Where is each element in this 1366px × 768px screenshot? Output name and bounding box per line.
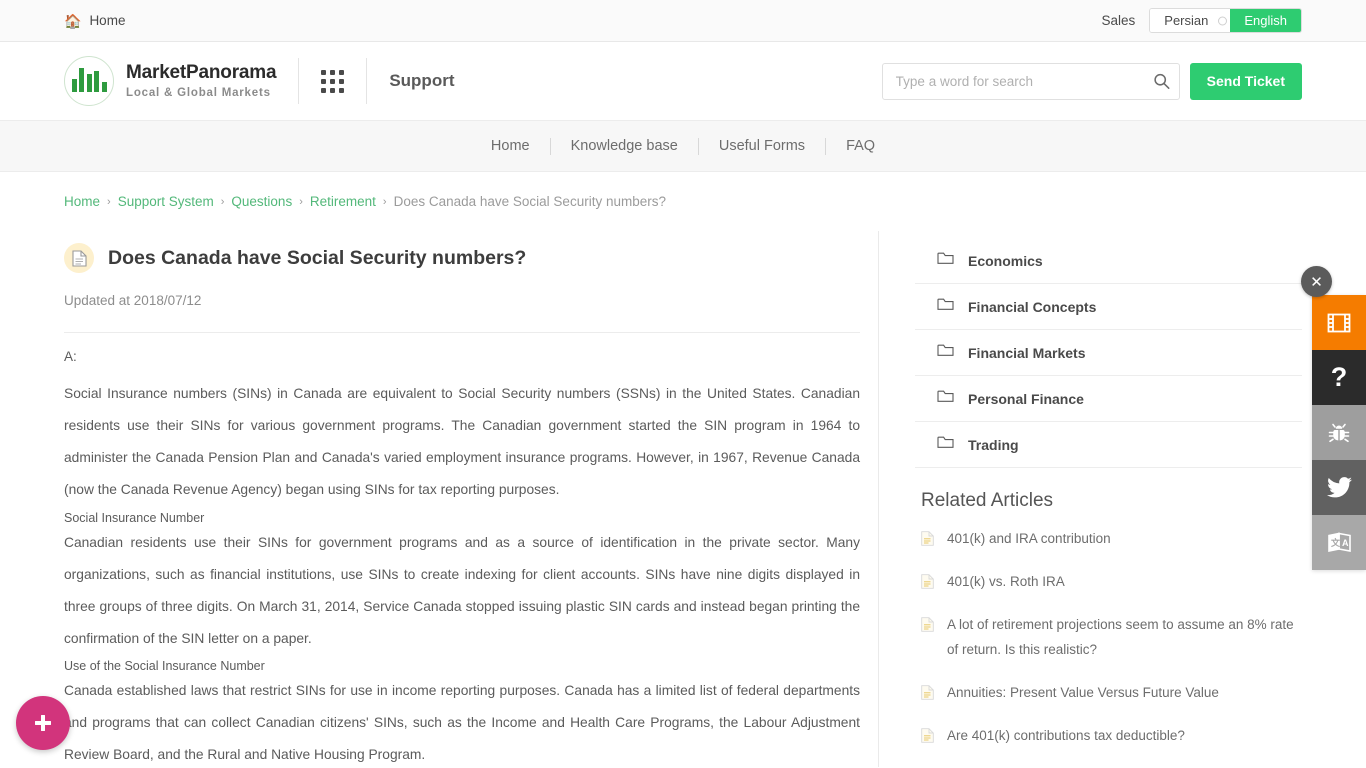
- related-article-annuities-present-value[interactable]: Annuities: Present Value Versus Future V…: [915, 672, 1302, 715]
- topbar-home-group[interactable]: 🏠 Home: [64, 13, 125, 28]
- folder-icon: [937, 343, 954, 362]
- search-input[interactable]: [881, 62, 1180, 100]
- social-rail: ? 文 A: [1312, 295, 1366, 570]
- brand-text: MarketPanorama Local & Global Markets: [126, 61, 277, 100]
- related-articles-title: Related Articles: [921, 490, 1054, 511]
- brand-name: MarketPanorama: [126, 61, 277, 83]
- bug-icon[interactable]: [1312, 405, 1366, 460]
- send-ticket-button[interactable]: Send Ticket: [1189, 62, 1302, 100]
- search-box[interactable]: [881, 62, 1180, 100]
- document-icon: [921, 685, 934, 705]
- content-shell: Does Canada have Social Security numbers…: [0, 231, 1366, 767]
- header-divider-1: [298, 58, 300, 104]
- sidebar-column: Economics Financial Concepts Financial M…: [879, 231, 1302, 767]
- article-subheading-1: Social Insurance Number: [64, 510, 205, 525]
- sidebar-item-financial-markets[interactable]: Financial Markets: [915, 330, 1302, 376]
- related-article-label: Annuities: Present Value Versus Future V…: [947, 684, 1219, 700]
- article-subheading-2: Use of the Social Insurance Number: [64, 659, 265, 674]
- subnav-item-useful-forms[interactable]: Useful Forms: [699, 138, 825, 154]
- sidebar-item-economics[interactable]: Economics: [915, 241, 1302, 284]
- sidebar-item-financial-concepts[interactable]: Financial Concepts: [915, 284, 1302, 330]
- breadcrumb-item-home[interactable]: Home: [64, 194, 100, 209]
- section-label-support: Support: [389, 71, 455, 90]
- category-label: Financial Markets: [968, 344, 1086, 361]
- page-title: Does Canada have Social Security numbers…: [108, 246, 527, 269]
- brand-logo-group[interactable]: MarketPanorama Local & Global Markets: [64, 56, 277, 106]
- related-article-label: A lot of retirement projections seem to …: [947, 616, 1294, 657]
- svg-text:A: A: [1342, 538, 1349, 548]
- related-article-401k-vs-roth-ira[interactable]: 401(k) vs. Roth IRA: [915, 561, 1302, 604]
- document-icon: [921, 574, 934, 594]
- sidebar-item-trading[interactable]: Trading: [915, 422, 1302, 468]
- folder-icon: [937, 251, 954, 270]
- document-icon: [64, 243, 94, 273]
- document-icon: [921, 617, 934, 637]
- sales-label[interactable]: Sales: [1102, 13, 1136, 28]
- add-button[interactable]: [16, 696, 70, 750]
- logo-icon: [64, 56, 114, 106]
- related-article-401k-ira-contribution[interactable]: 401(k) and IRA contribution: [915, 518, 1302, 561]
- article-body: A: Social Insurance numbers (SINs) in Ca…: [64, 333, 860, 768]
- translate-icon[interactable]: 文 A: [1312, 515, 1366, 570]
- language-option-english[interactable]: English: [1230, 9, 1301, 32]
- secondary-navigation: Home Knowledge base Useful Forms FAQ: [0, 121, 1366, 172]
- folder-icon: [937, 297, 954, 316]
- chevron-right-icon: ›: [107, 195, 111, 208]
- close-icon[interactable]: ✕: [1301, 266, 1332, 297]
- grid-apps-icon[interactable]: [321, 69, 345, 93]
- twitter-bird-icon[interactable]: [1312, 460, 1366, 515]
- category-label: Economics: [968, 252, 1043, 269]
- related-articles-list: 401(k) and IRA contribution 401(k) vs. R…: [915, 518, 1302, 758]
- article-updated-date: Updated at 2018/07/12: [64, 293, 202, 308]
- header-actions: Send Ticket: [881, 62, 1302, 100]
- svg-text:文: 文: [1330, 537, 1341, 548]
- article-column: Does Canada have Social Security numbers…: [64, 231, 879, 767]
- topbar-right-group: Sales Persian English: [1102, 8, 1302, 33]
- category-label: Financial Concepts: [968, 298, 1097, 315]
- search-icon[interactable]: [1153, 73, 1170, 90]
- related-article-label: 401(k) vs. Roth IRA: [947, 573, 1065, 589]
- folder-icon: [937, 435, 954, 454]
- breadcrumb: Home › Support System › Questions › Reti…: [0, 172, 1366, 209]
- chevron-right-icon: ›: [382, 195, 387, 208]
- article-paragraph-2: Canadian residents use their SINs for go…: [64, 534, 860, 646]
- category-list: Economics Financial Concepts Financial M…: [915, 241, 1302, 468]
- article-header: Does Canada have Social Security numbers…: [64, 231, 860, 273]
- article-paragraph-3: Canada established laws that restrict SI…: [64, 683, 860, 763]
- related-article-retirement-projections[interactable]: A lot of retirement projections seem to …: [915, 604, 1302, 672]
- language-toggle[interactable]: Persian English: [1149, 8, 1302, 33]
- breadcrumb-current: Does Canada have Social Security numbers…: [393, 194, 666, 209]
- breadcrumb-item-questions[interactable]: Questions: [231, 194, 292, 209]
- chevron-right-icon: ›: [299, 195, 303, 208]
- sidebar-item-personal-finance[interactable]: Personal Finance: [915, 376, 1302, 422]
- article-paragraph-1: Social Insurance numbers (SINs) in Canad…: [64, 386, 860, 498]
- film-icon[interactable]: [1312, 295, 1366, 350]
- question-mark-icon[interactable]: ?: [1312, 350, 1366, 405]
- document-icon: [921, 531, 934, 551]
- chevron-right-icon: ›: [220, 195, 225, 208]
- document-icon: [921, 728, 934, 748]
- topbar-home-link[interactable]: Home: [89, 13, 125, 28]
- related-article-label: 401(k) and IRA contribution: [947, 531, 1111, 546]
- plus-icon: [35, 715, 51, 731]
- article-answer-label: A:: [64, 349, 77, 364]
- site-header: MarketPanorama Local & Global Markets Su…: [0, 42, 1366, 121]
- subnav-item-home[interactable]: Home: [471, 138, 550, 154]
- brand-tagline: Local & Global Markets: [126, 86, 271, 99]
- category-label: Personal Finance: [968, 390, 1084, 407]
- subnav-item-faq[interactable]: FAQ: [826, 138, 895, 154]
- folder-icon: [937, 389, 954, 408]
- breadcrumb-item-retirement[interactable]: Retirement: [310, 194, 376, 209]
- subnav-item-knowledge-base[interactable]: Knowledge base: [551, 138, 698, 154]
- related-article-401k-tax-deductible[interactable]: Are 401(k) contributions tax deductible?: [915, 715, 1302, 758]
- top-utility-bar: 🏠 Home Sales Persian English: [0, 0, 1366, 42]
- related-article-label: Are 401(k) contributions tax deductible?: [947, 727, 1185, 743]
- breadcrumb-item-support-system[interactable]: Support System: [118, 194, 214, 209]
- subnav-items: Home Knowledge base Useful Forms FAQ: [471, 137, 895, 155]
- header-divider-2: [366, 58, 368, 104]
- language-toggle-knob[interactable]: [1218, 16, 1228, 25]
- home-icon: 🏠: [64, 12, 82, 29]
- category-label: Trading: [968, 436, 1019, 453]
